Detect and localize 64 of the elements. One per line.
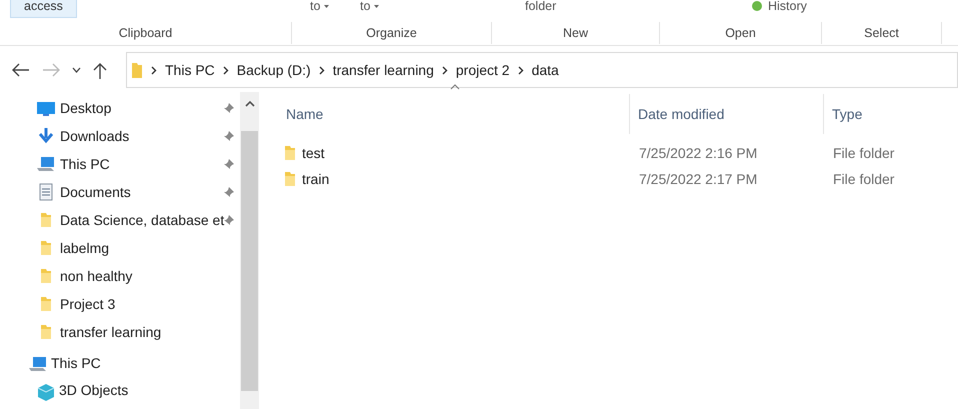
file-type: File folder: [832, 144, 894, 162]
chevron-right-icon[interactable]: [318, 66, 325, 74]
file-name[interactable]: train: [302, 168, 330, 190]
caret-icon: [374, 4, 380, 8]
date-modified: 7/25/2022 2:16 PM: [639, 144, 758, 160]
quick-access-item[interactable]: non healthy: [60, 266, 132, 286]
quick-access-item[interactable]: transfer learning: [60, 322, 162, 342]
folder-icon: [131, 62, 143, 78]
ribbon-label[interactable]: History: [768, 0, 807, 18]
breadcrumb-item[interactable]: transfer learning: [332, 60, 434, 80]
address-bar[interactable]: This PC Backup (D:) transfer learning project 2 data: [126, 52, 958, 88]
chevron-right-icon[interactable]: [442, 66, 448, 74]
ribbon-group-label: Clipboard: [118, 24, 172, 42]
column-header[interactable]: Name: [278, 94, 630, 134]
quick-access-item[interactable]: labelmg: [60, 238, 110, 258]
download-icon: [36, 127, 56, 145]
breadcrumb-item[interactable]: data: [532, 60, 559, 80]
quick-access-item[interactable]: Project 3: [60, 294, 116, 314]
ribbon-button[interactable]: access: [10, 0, 77, 18]
recent-locations-icon[interactable]: [72, 67, 81, 73]
pin-icon[interactable]: [223, 214, 235, 226]
desktop-icon: [36, 99, 56, 117]
quick-access-item[interactable]: Data Science, database et: [60, 210, 224, 230]
computer-icon: [28, 354, 48, 372]
pin-icon[interactable]: [223, 186, 235, 198]
folder-icon: [284, 145, 296, 161]
caret-icon: [324, 4, 330, 8]
quick-access-item[interactable]: This PC: [60, 154, 110, 174]
quick-access-item[interactable]: Desktop: [60, 98, 112, 118]
up-icon[interactable]: [93, 62, 107, 78]
chevron-right-icon[interactable]: [151, 66, 157, 74]
scrollbar-thumb[interactable]: [241, 131, 258, 391]
ribbon-label: folder: [525, 0, 556, 15]
cube-icon: [36, 382, 56, 400]
ribbon-group-label: Open: [725, 24, 756, 42]
sort-ascending-icon: [450, 84, 460, 90]
column-header[interactable]: Date modified: [630, 94, 824, 134]
navigation-item[interactable]: This PC: [51, 353, 101, 374]
computer-icon: [36, 155, 56, 173]
breadcrumb-item[interactable]: Backup (D:): [236, 60, 311, 80]
date-modified: 7/25/2022 2:17 PM: [639, 170, 758, 186]
ribbon-group-label: Organize: [366, 24, 417, 42]
ribbon-label[interactable]: to: [310, 0, 320, 18]
quick-access-item[interactable]: Downloads: [60, 126, 130, 146]
breadcrumb-item[interactable]: project 2: [456, 60, 510, 80]
scrollbar[interactable]: [240, 92, 259, 409]
history-icon: [750, 0, 764, 12]
file-name[interactable]: test: [302, 142, 325, 164]
ribbon-group-label: New: [562, 24, 588, 42]
breadcrumb-item[interactable]: This PC: [165, 60, 215, 80]
column-header[interactable]: Type: [824, 94, 944, 134]
pin-icon[interactable]: [223, 102, 235, 114]
scroll-up-icon[interactable]: [244, 100, 254, 107]
navigation-item[interactable]: 3D Objects: [59, 380, 128, 401]
pin-icon[interactable]: [223, 158, 235, 170]
ribbon-group-label: Select: [864, 24, 899, 42]
pin-icon[interactable]: [223, 130, 235, 142]
quick-access-item[interactable]: Documents: [60, 182, 131, 202]
back-icon[interactable]: [12, 63, 30, 77]
file-type: File folder: [832, 170, 894, 188]
ribbon-label[interactable]: to: [360, 0, 370, 18]
chevron-right-icon[interactable]: [518, 66, 524, 74]
folder-icon: [284, 171, 296, 187]
chevron-right-icon[interactable]: [222, 66, 229, 74]
